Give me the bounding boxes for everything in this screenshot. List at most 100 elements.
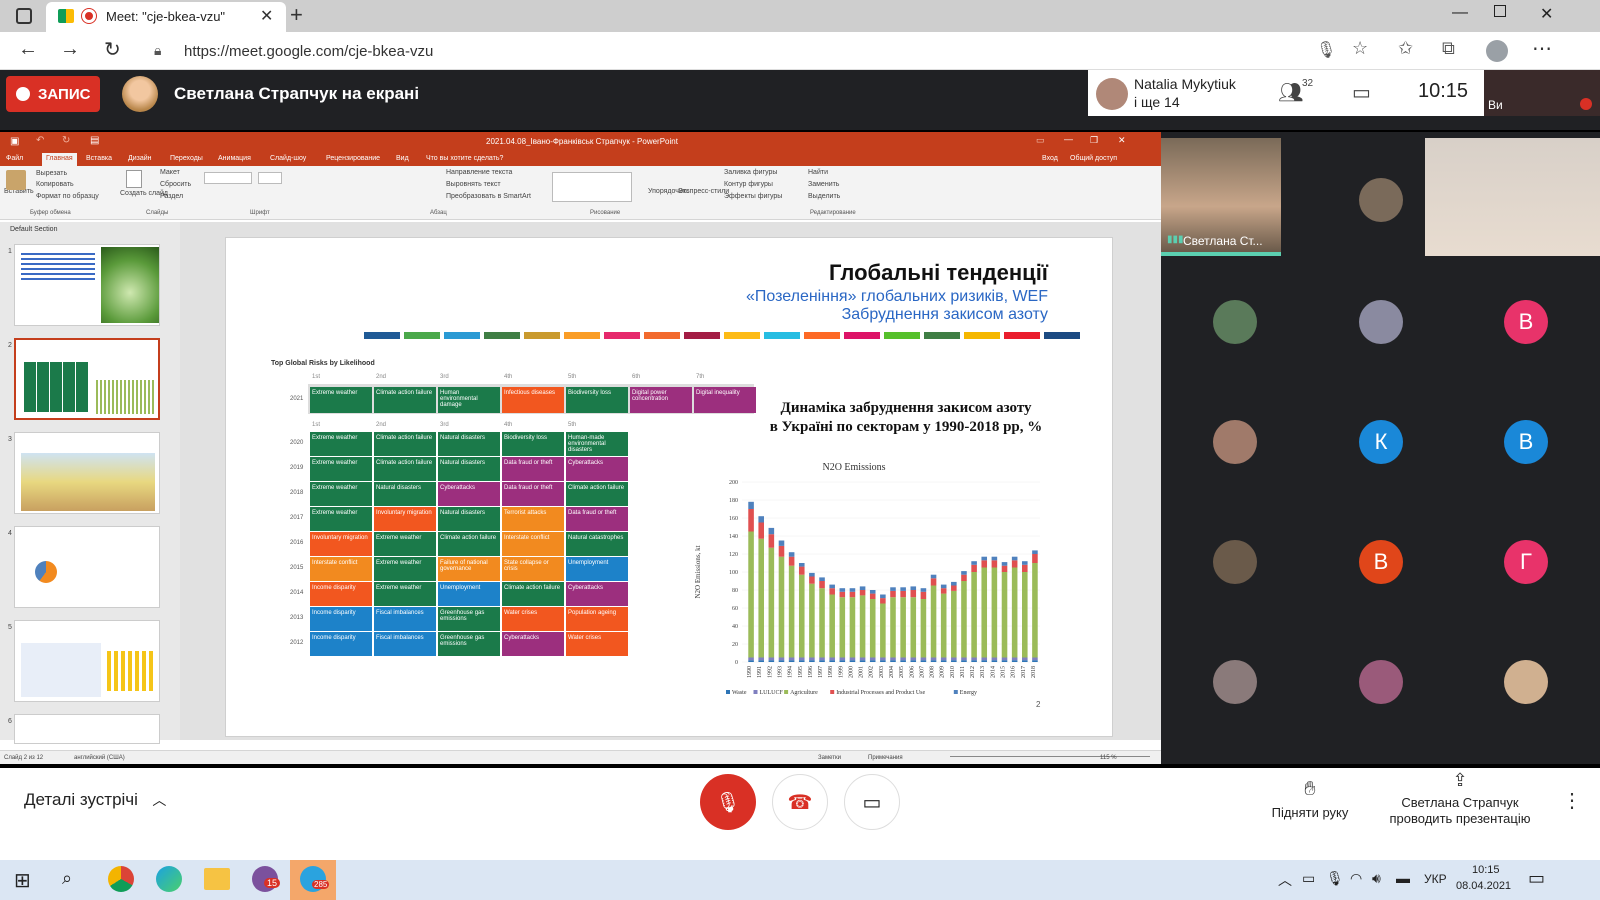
menu-tab-3[interactable]: Дизайн xyxy=(128,155,152,162)
camera-toggle-button[interactable]: ▭ xyxy=(844,774,900,830)
collections-icon[interactable]: ⧉ xyxy=(1442,38,1455,59)
ribbon-replace-button[interactable]: Заменить xyxy=(808,181,839,188)
close-tab-icon[interactable]: ✕ xyxy=(260,6,273,26)
status-comments[interactable]: Примечания xyxy=(868,755,903,761)
menu-tab-1[interactable]: Главная xyxy=(42,153,77,166)
wifi-icon[interactable]: ◠ xyxy=(1350,870,1362,887)
reload-icon[interactable]: ↻ xyxy=(104,37,121,62)
ribbon-outline-button[interactable]: Контур фигуры xyxy=(724,181,773,188)
mic-tray-icon[interactable]: 🎙︎ xyxy=(1326,870,1344,887)
record-badge[interactable]: ЗАПИС xyxy=(6,76,100,112)
participant-tile[interactable] xyxy=(1162,260,1308,382)
file-explorer-icon[interactable] xyxy=(204,868,230,890)
meet-tray-icon[interactable]: ▭ xyxy=(1302,870,1315,887)
ribbon-align_text-button[interactable]: Выровнять текст xyxy=(446,181,501,188)
ppt-close-icon[interactable]: ✕ xyxy=(1118,135,1126,146)
slide-thumbnail-3[interactable] xyxy=(14,432,160,514)
mic-toggle-button[interactable]: 🎙︎ xyxy=(700,774,756,830)
more-options-icon[interactable]: ⋮ xyxy=(1562,788,1582,813)
participant-tile[interactable]: В xyxy=(1453,260,1599,382)
close-window-icon[interactable]: ✕ xyxy=(1540,4,1553,24)
status-notes[interactable]: Заметки xyxy=(818,755,841,761)
participant-tile[interactable] xyxy=(1308,620,1454,742)
new-tab-icon[interactable]: + xyxy=(290,2,303,28)
font-name-field[interactable] xyxy=(204,172,252,184)
volume-icon[interactable]: 🔊︎ xyxy=(1372,870,1381,887)
back-icon[interactable]: ← xyxy=(18,38,38,61)
language-indicator[interactable]: УКР xyxy=(1424,872,1447,886)
search-icon[interactable]: ⌕ xyxy=(62,868,72,889)
maximize-icon[interactable] xyxy=(1494,5,1506,17)
slide-thumbnail-5[interactable] xyxy=(14,620,160,702)
participant-tile[interactable] xyxy=(1162,380,1308,502)
more-menu-icon[interactable]: ⋯ xyxy=(1532,36,1552,61)
slideshow-icon[interactable]: ▤ xyxy=(90,135,99,146)
menu-tab-8[interactable]: Вид xyxy=(396,155,409,162)
ribbon-section-button[interactable]: Раздел xyxy=(160,193,183,200)
ribbon-quick-button[interactable]: Экспресс-стили xyxy=(678,188,729,195)
edge-icon[interactable] xyxy=(156,866,182,892)
minimize-icon[interactable]: — xyxy=(1452,4,1468,22)
shapes-gallery[interactable] xyxy=(552,172,632,202)
menu-tab-2[interactable]: Вставка xyxy=(86,155,112,162)
menu-right-0[interactable]: Вход xyxy=(1042,155,1058,162)
participant-tile[interactable] xyxy=(1453,620,1599,742)
taskbar-time[interactable]: 10:15 xyxy=(1472,864,1500,876)
menu-tab-6[interactable]: Слайд-шоу xyxy=(270,155,306,162)
slide-thumbnail-1[interactable] xyxy=(14,244,160,326)
redo-icon[interactable]: ↻ xyxy=(62,135,70,146)
participant-tile[interactable] xyxy=(1308,260,1454,382)
telegram-button[interactable]: 285 xyxy=(290,860,336,900)
windows-start-icon[interactable]: ⊞ xyxy=(14,868,31,893)
slide-thumbnail-2[interactable] xyxy=(14,338,160,420)
ribbon-cut-button[interactable]: Вырезать xyxy=(36,170,67,177)
tab-actions-icon[interactable] xyxy=(16,8,32,24)
pinned-user-chip[interactable]: Natalia Mykytiuk і ще 14 xyxy=(1088,70,1256,116)
ribbon-reset-button[interactable]: Сбросить xyxy=(160,181,191,188)
ppt-minimize-icon[interactable]: — xyxy=(1064,134,1073,144)
ribbon-fill-button[interactable]: Заливка фигуры xyxy=(724,169,777,176)
undo-icon[interactable]: ↶ xyxy=(36,135,44,146)
participant-tile[interactable] xyxy=(1308,138,1454,260)
chrome-icon[interactable] xyxy=(108,866,134,892)
profile-avatar[interactable] xyxy=(1486,40,1508,62)
menu-tab-4[interactable]: Переходы xyxy=(170,155,203,162)
meeting-details-button[interactable]: Деталі зустрічі ︿ xyxy=(24,790,166,814)
menu-right-1[interactable]: Общий доступ xyxy=(1070,155,1117,162)
url-field[interactable]: 🔒︎ https://meet.google.com/cje-bkea-vzu xyxy=(142,36,1382,66)
participant-tile[interactable]: К xyxy=(1308,380,1454,502)
favorites-icon[interactable]: ✩ xyxy=(1398,38,1413,59)
battery-icon[interactable]: ▬ xyxy=(1396,870,1410,886)
zoom-level[interactable]: 115 % xyxy=(1100,755,1117,761)
ribbon-effects-button[interactable]: Эффекты фигуры xyxy=(724,193,782,200)
ppt-ribbon-display-icon[interactable]: ▭ xyxy=(1036,135,1045,146)
ribbon-text_dir-button[interactable]: Направление текста xyxy=(446,169,512,176)
browser-tab[interactable]: Meet: "cje-bkea-vzu" ✕ xyxy=(46,2,286,32)
ribbon-layout-button[interactable]: Макет xyxy=(160,169,180,176)
raise-hand-button[interactable]: ✋︎ Підняти руку xyxy=(1260,778,1360,820)
menu-tab-7[interactable]: Рецензирование xyxy=(326,155,380,162)
chat-icon[interactable]: ▭ xyxy=(1352,80,1371,105)
menu-tab-9[interactable]: Что вы хотите сделать? xyxy=(426,155,503,162)
ppt-maximize-icon[interactable]: ❐ xyxy=(1090,135,1098,146)
participant-tile[interactable]: Г xyxy=(1453,500,1599,622)
leave-call-button[interactable]: ☎︎ xyxy=(772,774,828,830)
ribbon-format-button[interactable]: Формат по образцу xyxy=(36,193,99,200)
participant-tile[interactable] xyxy=(1162,620,1308,742)
menu-tab-5[interactable]: Анимация xyxy=(218,155,251,162)
font-size-field[interactable] xyxy=(258,172,282,184)
taskbar-date[interactable]: 08.04.2021 xyxy=(1456,880,1511,892)
save-icon[interactable]: ▣ xyxy=(10,136,19,147)
viber-icon[interactable]: 15 xyxy=(252,866,281,892)
participant-tile[interactable]: В xyxy=(1308,500,1454,622)
notifications-icon[interactable]: ▭ xyxy=(1528,868,1545,889)
participants-icon[interactable]: 👥︎ xyxy=(1278,80,1303,105)
forward-icon[interactable]: → xyxy=(60,38,80,61)
ribbon-copy-button[interactable]: Копировать xyxy=(36,181,74,188)
participant-tile[interactable]: В xyxy=(1453,380,1599,502)
ribbon-smartart-button[interactable]: Преобразовать в SmartArt xyxy=(446,193,531,200)
zoom-slider[interactable] xyxy=(950,756,1150,757)
status-language[interactable]: английский (США) xyxy=(74,755,125,761)
tray-chevron-icon[interactable]: ︿ xyxy=(1278,870,1292,890)
favorite-star-icon[interactable]: ☆ xyxy=(1352,38,1368,59)
